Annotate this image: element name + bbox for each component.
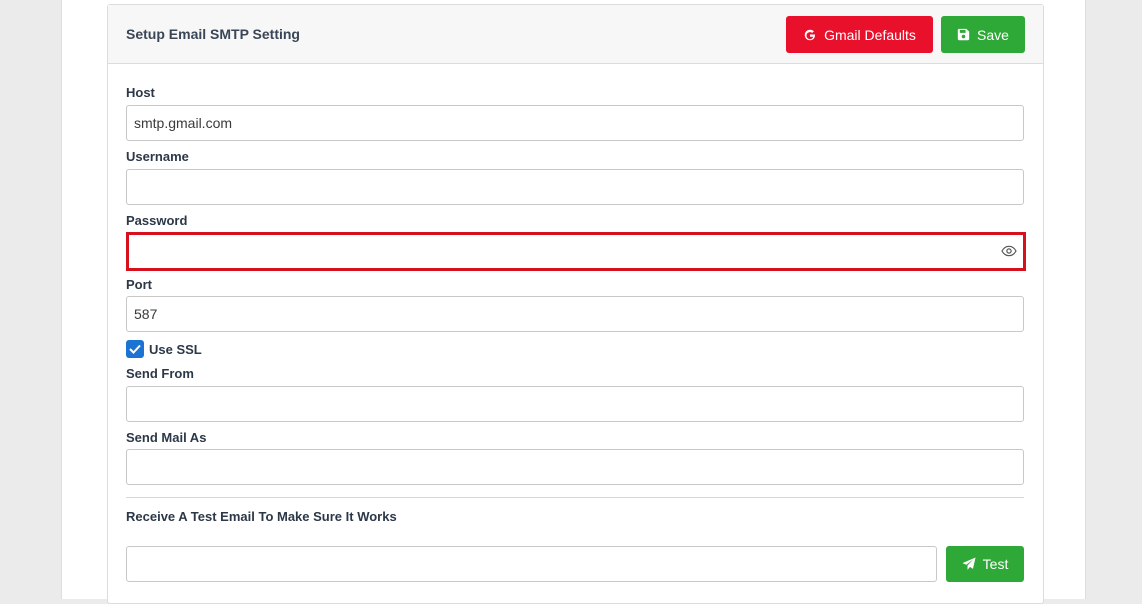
send-from-label: Send From xyxy=(126,366,194,381)
google-g-icon xyxy=(804,29,816,40)
test-email-label: Receive A Test Email To Make Sure It Wor… xyxy=(126,509,397,524)
section-divider xyxy=(126,497,1024,498)
password-input[interactable] xyxy=(129,235,989,268)
password-label: Password xyxy=(126,213,188,228)
password-field xyxy=(126,232,1026,271)
use-ssl-checkbox[interactable] xyxy=(126,340,144,358)
host-label: Host xyxy=(126,85,155,100)
use-ssl-label[interactable]: Use SSL xyxy=(149,342,202,357)
paper-plane-icon xyxy=(962,557,976,570)
send-from-input[interactable] xyxy=(126,386,1024,422)
gmail-defaults-label: Gmail Defaults xyxy=(824,26,916,43)
test-button[interactable]: Test xyxy=(946,546,1024,582)
username-input[interactable] xyxy=(126,169,1024,205)
use-ssl-row: Use SSL xyxy=(126,339,202,359)
floppy-disk-icon xyxy=(957,28,970,41)
smtp-settings-card: Setup Email SMTP Setting Gmail Defaults … xyxy=(107,4,1044,604)
test-email-input[interactable] xyxy=(126,546,937,582)
save-label: Save xyxy=(977,26,1009,43)
send-mail-as-input[interactable] xyxy=(126,449,1024,485)
username-label: Username xyxy=(126,149,189,164)
save-button[interactable]: Save xyxy=(941,16,1025,53)
card-header: Setup Email SMTP Setting Gmail Defaults … xyxy=(108,5,1043,64)
test-button-label: Test xyxy=(982,556,1009,572)
page-content: Setup Email SMTP Setting Gmail Defaults … xyxy=(61,0,1086,604)
eye-icon[interactable] xyxy=(1001,244,1017,258)
host-input[interactable] xyxy=(126,105,1024,141)
card-title: Setup Email SMTP Setting xyxy=(126,26,300,42)
port-label: Port xyxy=(126,277,152,292)
send-mail-as-label: Send Mail As xyxy=(126,430,207,445)
port-input[interactable] xyxy=(126,296,1024,332)
checkmark-icon xyxy=(129,344,141,354)
gmail-defaults-button[interactable]: Gmail Defaults xyxy=(786,16,933,53)
